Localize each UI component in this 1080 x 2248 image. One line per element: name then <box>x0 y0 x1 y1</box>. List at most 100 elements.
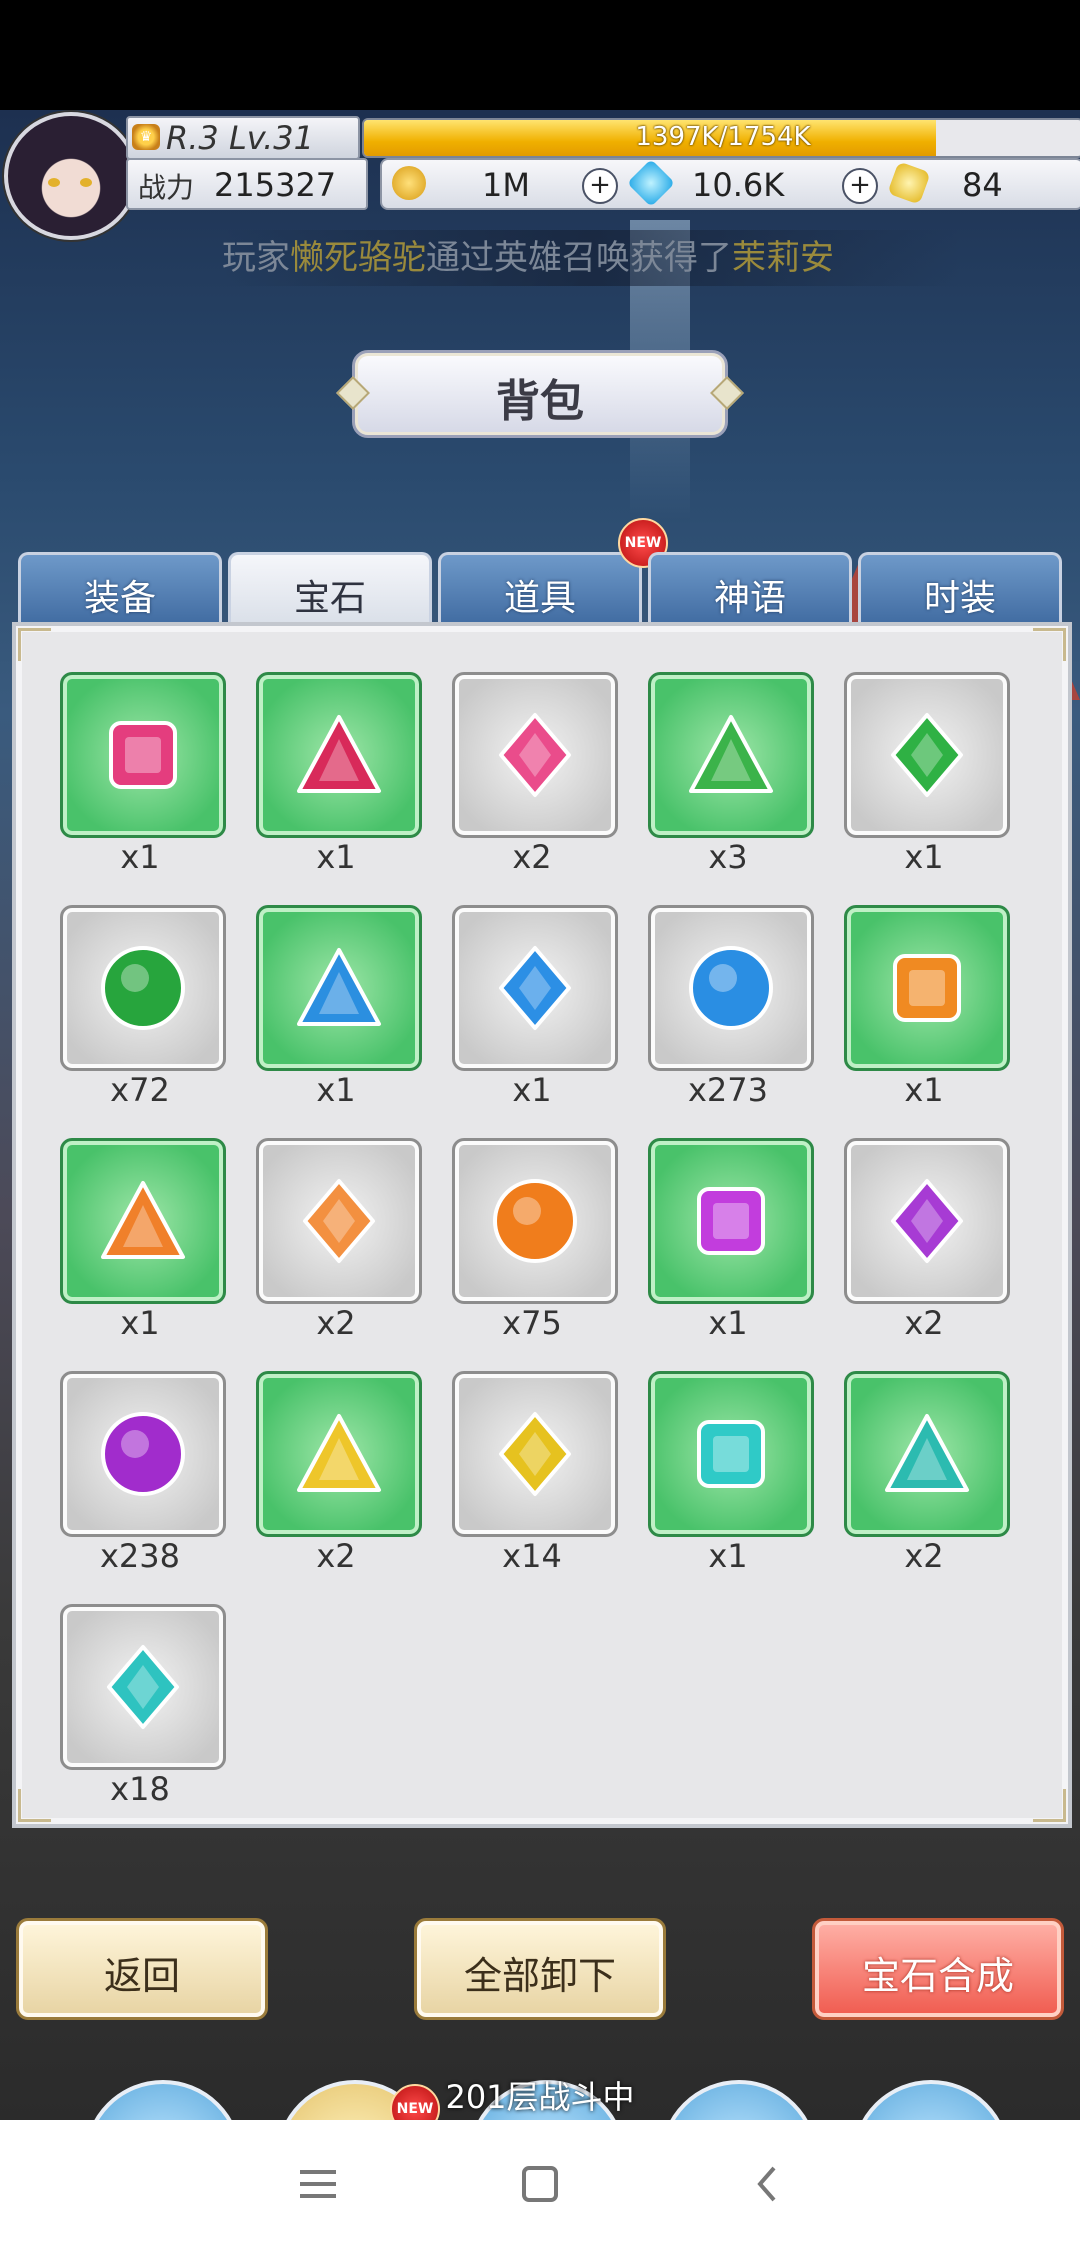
combat-power-label: 战力 <box>138 171 195 204</box>
tab-label: 时装 <box>923 578 996 619</box>
unequip-all-button[interactable]: 全部卸下 <box>414 1918 666 2020</box>
exp-bar: 1397K/1754K <box>362 118 1080 158</box>
gem-quantity: x1 <box>708 1537 748 1575</box>
gem-quantity: x1 <box>316 838 356 876</box>
gem-square-icon <box>697 1420 765 1488</box>
diamond-icon <box>626 158 676 208</box>
gem-quantity: x1 <box>904 838 944 876</box>
gem-triangle-icon <box>885 1414 969 1492</box>
gem-quantity: x1 <box>120 1304 160 1342</box>
rank-level-text: R.3 Lv.31 <box>166 119 314 157</box>
gem-slot[interactable] <box>60 905 226 1071</box>
gem-quantity: x1 <box>316 1071 356 1109</box>
tab-runes[interactable]: 神语 <box>648 552 852 627</box>
add-gold-button[interactable]: + <box>582 168 618 204</box>
page-title: 背包 <box>496 376 584 427</box>
gem-slot[interactable] <box>844 905 1010 1071</box>
gem-merge-button[interactable]: 宝石合成 <box>812 1918 1064 2020</box>
gem-slot[interactable] <box>60 1138 226 1304</box>
exp-text: 1397K/1754K <box>635 122 811 152</box>
page-title-plate: 背包 <box>352 350 728 438</box>
tab-equipment[interactable]: 装备 <box>18 552 222 627</box>
combat-power-value: 215327 <box>214 166 337 204</box>
gem-triangle-icon <box>101 1181 185 1259</box>
gem-quantity: x14 <box>502 1537 562 1575</box>
gem-circle-icon <box>689 946 773 1030</box>
tab-items[interactable]: 道具 <box>438 552 642 627</box>
gem-quantity: x18 <box>110 1770 170 1808</box>
crystal-value: 84 <box>962 166 1003 204</box>
gem-slot[interactable] <box>452 672 618 838</box>
gem-diamond-icon <box>891 713 963 797</box>
gem-quantity: x1 <box>904 1071 944 1109</box>
gem-quantity: x2 <box>904 1537 944 1575</box>
gem-square-icon <box>109 721 177 789</box>
gem-quantity: x2 <box>316 1537 356 1575</box>
gem-triangle-icon <box>297 1414 381 1492</box>
notice-player: 懒死骆驼 <box>290 238 426 278</box>
notice-prefix: 玩家 <box>222 238 290 278</box>
gem-quantity: x2 <box>904 1304 944 1342</box>
gem-quantity: x75 <box>502 1304 562 1342</box>
system-nav-bar <box>0 2120 1080 2248</box>
gem-slot[interactable] <box>256 905 422 1071</box>
gem-quantity: x72 <box>110 1071 170 1109</box>
gem-circle-icon <box>101 1412 185 1496</box>
gem-circle-icon <box>493 1179 577 1263</box>
crown-icon: ♛ <box>132 124 160 150</box>
gem-slot[interactable] <box>60 672 226 838</box>
gem-merge-label: 宝石合成 <box>861 1954 1014 1998</box>
diamond-value: 10.6K <box>692 166 785 204</box>
unequip-all-label: 全部卸下 <box>463 1954 616 1998</box>
gem-slot[interactable] <box>648 672 814 838</box>
gem-quantity: x273 <box>687 1071 768 1109</box>
gem-diamond-icon <box>303 1179 375 1263</box>
gem-slot[interactable] <box>452 1371 618 1537</box>
back-button[interactable]: 返回 <box>16 1918 268 2020</box>
gem-slot[interactable] <box>256 1138 422 1304</box>
gem-slot[interactable] <box>648 1138 814 1304</box>
back-icon[interactable] <box>742 2158 794 2210</box>
player-avatar[interactable] <box>4 112 138 240</box>
notice-hero: 茉莉安 <box>732 238 834 278</box>
back-button-label: 返回 <box>103 1954 180 1998</box>
tab-label: 宝石 <box>293 578 366 619</box>
gem-square-icon <box>893 954 961 1022</box>
crystal-icon <box>887 161 931 205</box>
gem-square-icon <box>697 1187 765 1255</box>
gem-slot[interactable] <box>256 1371 422 1537</box>
gem-quantity: x2 <box>316 1304 356 1342</box>
gem-triangle-icon <box>689 715 773 793</box>
gem-slot[interactable] <box>844 672 1010 838</box>
gem-slot[interactable] <box>844 1371 1010 1537</box>
inventory-panel: x1 x1 x2 x3 x1 x72 x1 x1 x273 x1 x1 x2 x75 x1 x2 x238 x2… <box>12 622 1072 1828</box>
add-diamond-button[interactable]: + <box>842 168 878 204</box>
tab-label: 道具 <box>503 578 576 619</box>
floor-battle-status: 201层战斗中 <box>445 2078 635 2116</box>
gem-slot[interactable] <box>60 1604 226 1770</box>
gem-quantity: x1 <box>708 1304 748 1342</box>
status-bar <box>0 0 1080 110</box>
gem-slot[interactable] <box>648 905 814 1071</box>
gem-slot[interactable] <box>452 1138 618 1304</box>
gem-quantity: x2 <box>512 838 552 876</box>
gem-slot[interactable] <box>256 672 422 838</box>
gem-slot[interactable] <box>648 1371 814 1537</box>
home-icon[interactable] <box>514 2158 566 2210</box>
gem-quantity: x1 <box>120 838 160 876</box>
gold-coin-icon <box>392 166 426 200</box>
gem-circle-icon <box>101 946 185 1030</box>
gem-diamond-icon <box>107 1645 179 1729</box>
gem-slot[interactable] <box>844 1138 1010 1304</box>
gem-triangle-icon <box>297 948 381 1026</box>
gem-slot[interactable] <box>60 1371 226 1537</box>
gem-diamond-icon <box>499 1412 571 1496</box>
rank-level-box: ♛ R.3 Lv.31 <box>126 116 360 160</box>
tab-gems[interactable]: 宝石 <box>228 552 432 627</box>
gem-slot[interactable] <box>452 905 618 1071</box>
menu-icon[interactable] <box>292 2158 344 2210</box>
tab-label: 装备 <box>83 578 156 619</box>
resource-bar: 1M + 10.6K + 84 <box>380 158 1080 210</box>
broadcast-notice: 玩家懒死骆驼通过英雄召唤获得了茉莉安 <box>222 230 962 286</box>
tab-costumes[interactable]: 时装 <box>858 552 1062 627</box>
